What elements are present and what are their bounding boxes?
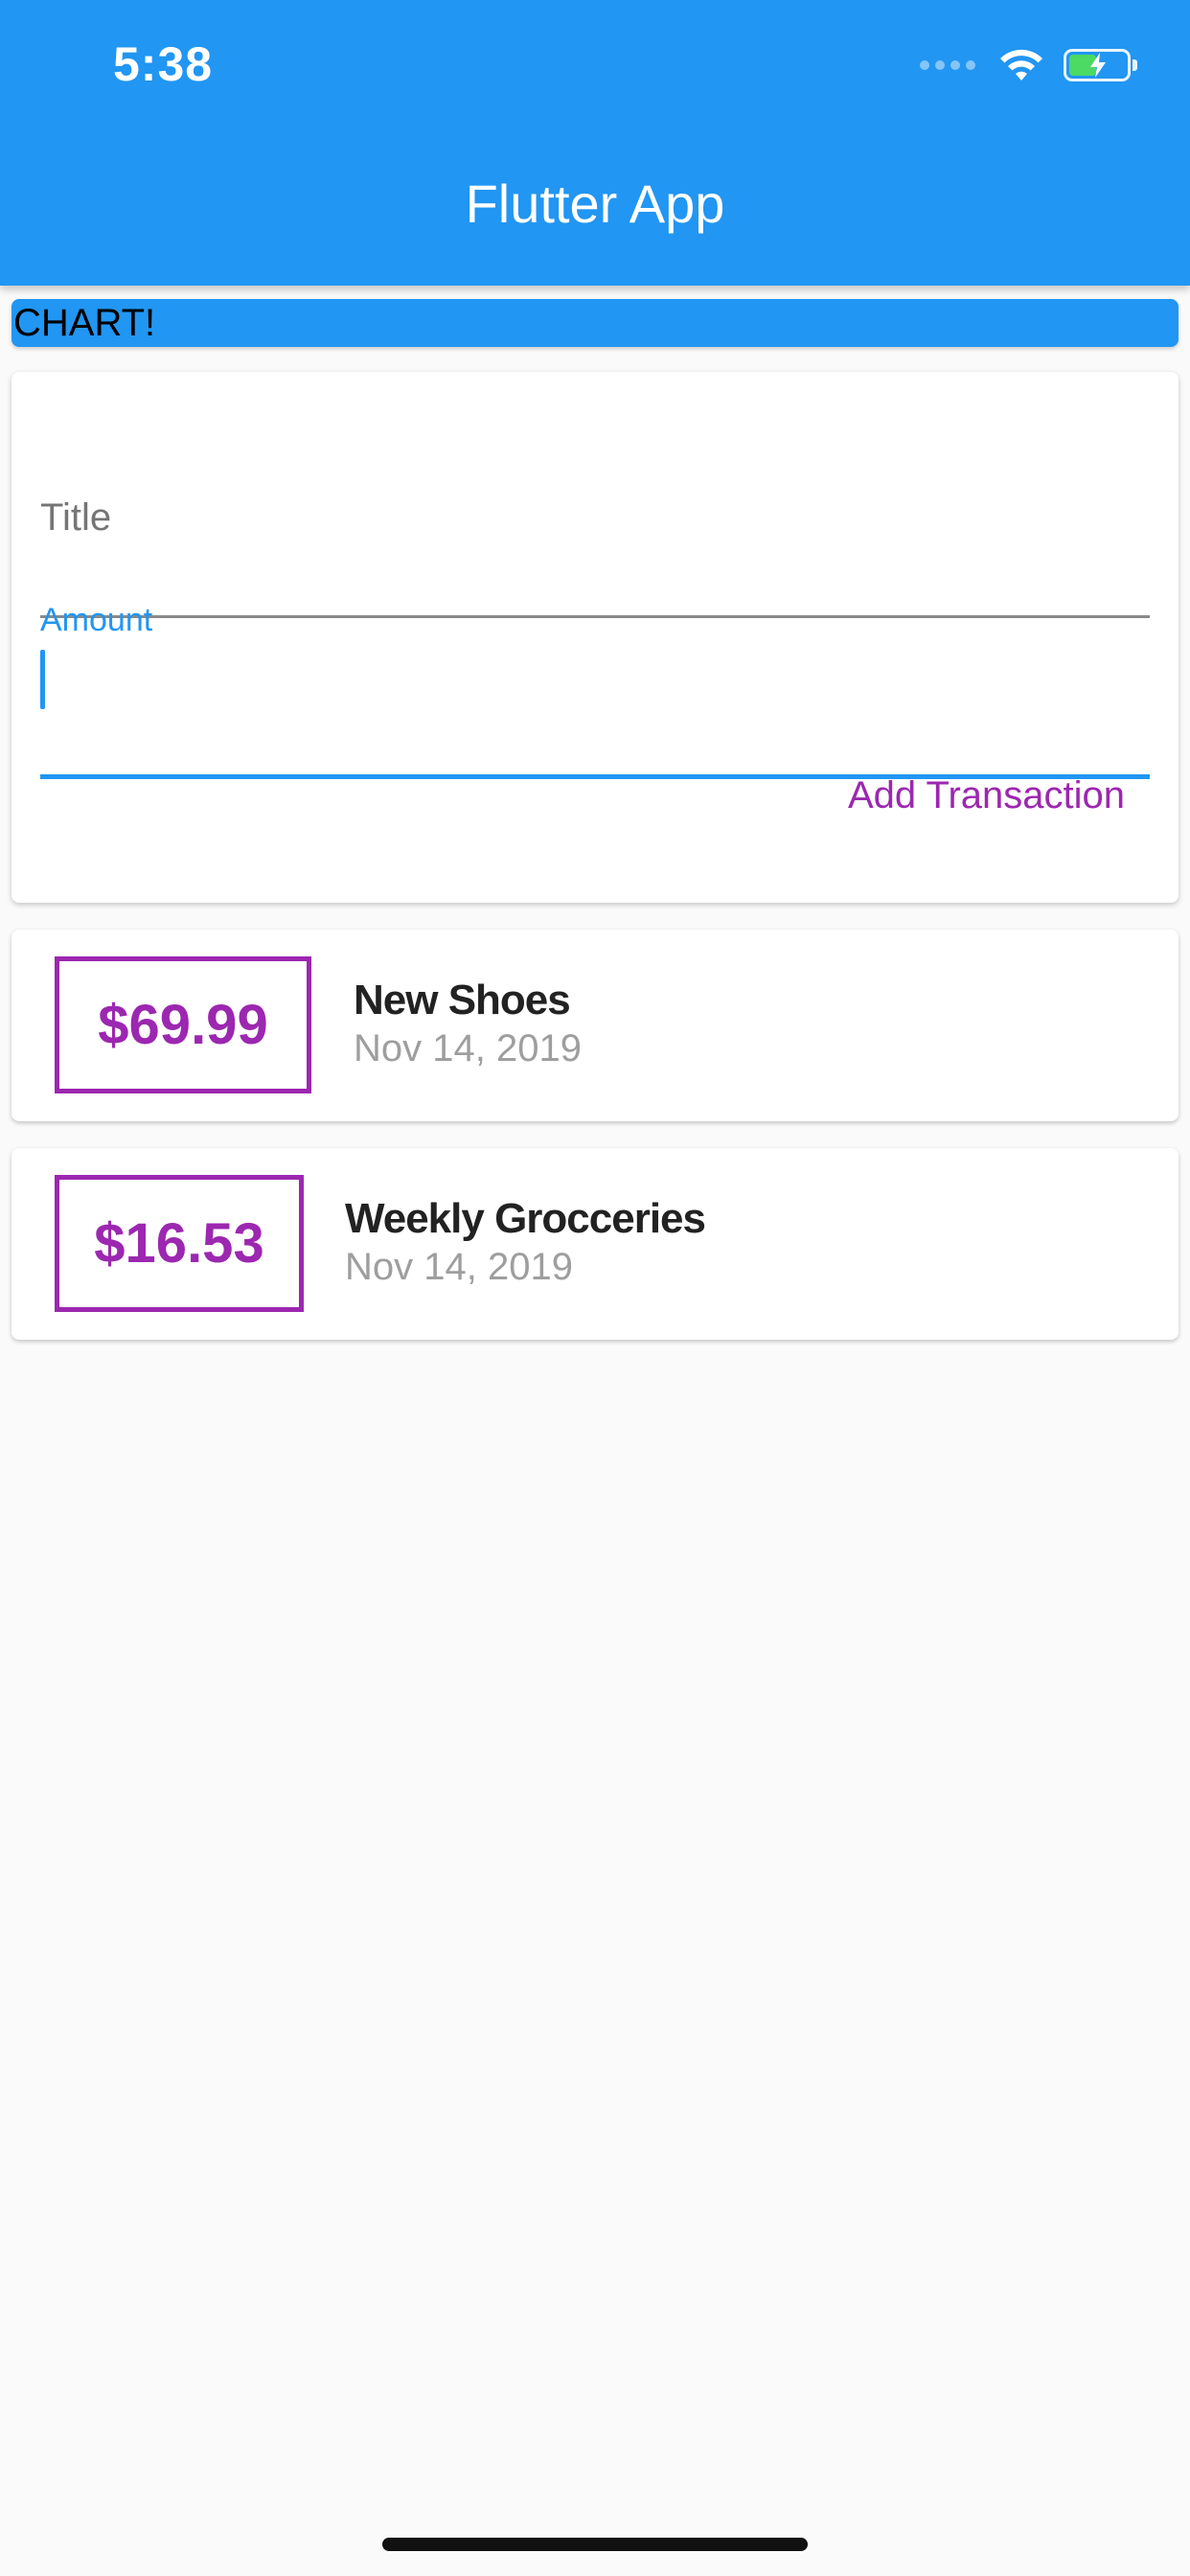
amount-label: Amount <box>40 602 153 638</box>
status-icons <box>920 44 1137 86</box>
transaction-details: Weekly Grocceries Nov 14, 2019 <box>345 1194 706 1290</box>
title-field[interactable]: Title <box>40 420 1150 618</box>
signal-dots-icon <box>920 60 975 70</box>
chart-label: CHART! <box>13 302 156 344</box>
transaction-date: Nov 14, 2019 <box>345 1246 573 1288</box>
transaction-card: $16.53 Weekly Grocceries Nov 14, 2019 <box>11 1148 1179 1340</box>
transaction-date: Nov 14, 2019 <box>354 1027 582 1070</box>
status-time: 5:38 <box>113 37 214 91</box>
add-transaction-button[interactable]: Add Transaction <box>848 774 1125 817</box>
chart-placeholder-card: CHART! <box>11 299 1179 347</box>
transaction-title: New Shoes <box>354 977 571 1024</box>
home-indicator[interactable] <box>382 2538 808 2551</box>
new-transaction-card: Title Amount Add Transaction <box>11 372 1179 903</box>
page-title: Flutter App <box>465 173 725 234</box>
transaction-amount: $16.53 <box>55 1175 304 1312</box>
battery-charging-icon <box>1064 49 1137 81</box>
wifi-icon <box>1000 49 1042 80</box>
transaction-card: $69.99 New Shoes Nov 14, 2019 <box>11 930 1179 1121</box>
app-bar: 5:38 Flutter App <box>0 0 1190 286</box>
transaction-details: New Shoes Nov 14, 2019 <box>354 976 582 1071</box>
amount-field[interactable]: Amount <box>40 602 1150 779</box>
transaction-title: Weekly Grocceries <box>345 1195 706 1242</box>
title-placeholder: Title <box>40 496 112 539</box>
text-cursor <box>40 650 45 709</box>
transaction-amount: $69.99 <box>55 956 311 1093</box>
